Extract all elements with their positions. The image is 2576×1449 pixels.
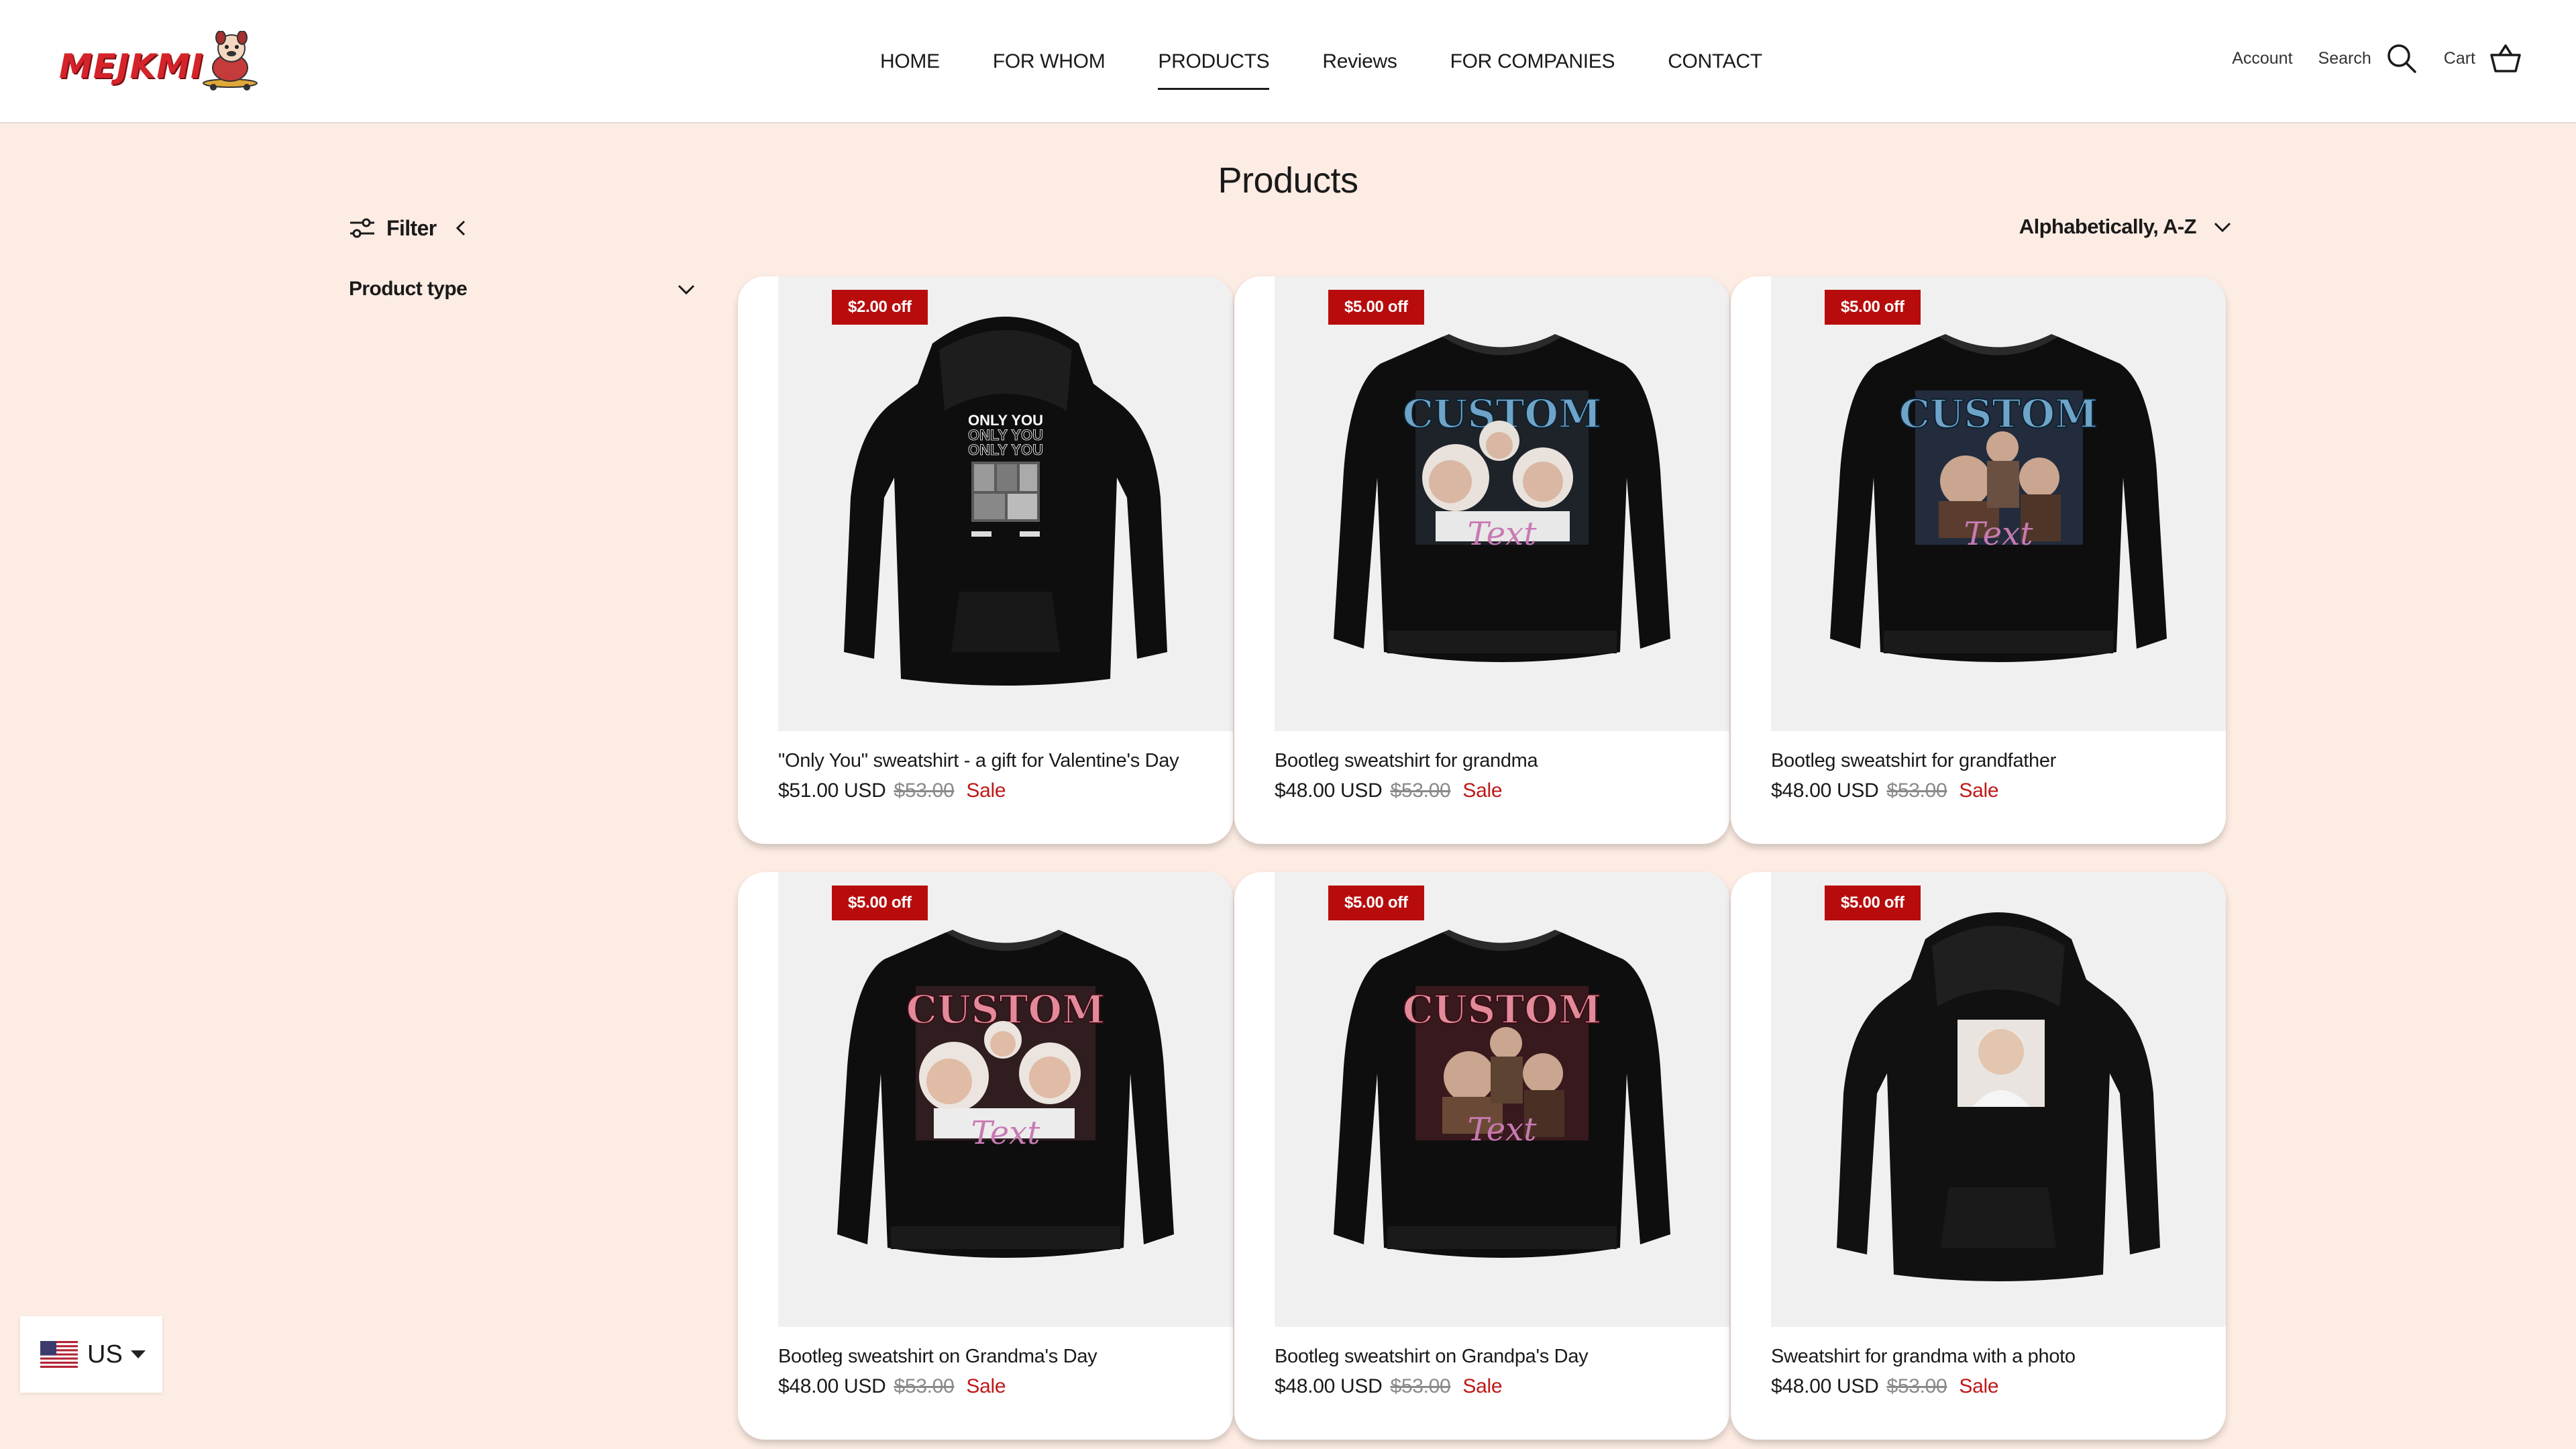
compare-price: $53.00 [894, 780, 955, 802]
chevron-down-icon [678, 284, 695, 295]
discount-badge: $5.00 off [1328, 885, 1424, 920]
sale-label: Sale [1462, 1375, 1503, 1397]
compare-price: $53.00 [1390, 1375, 1451, 1397]
discount-badge: $5.00 off [1825, 885, 1921, 920]
product-price: $51.00 USD $53.00 Sale [778, 780, 1006, 802]
filter-label: Filter [386, 215, 437, 240]
nav-reviews[interactable]: Reviews [1322, 44, 1397, 85]
account-link[interactable]: Account [2232, 49, 2292, 68]
hoodie-image: ONLY YOU ONLY YOU ONLY YOU [844, 317, 1167, 686]
filter-toggle[interactable]: Filter [349, 215, 472, 241]
product-title[interactable]: "Only You" sweatshirt - a gift for Valen… [778, 750, 1179, 772]
product-image: CUSTOM Text $5.00 off [778, 872, 1233, 1327]
current-price: $48.00 USD [1275, 780, 1383, 802]
nav-home[interactable]: HOME [880, 44, 940, 85]
page-title: Products [1218, 160, 1358, 201]
cart-label: Cart [2443, 48, 2475, 68]
print-text: ONLY YOU [968, 441, 1043, 458]
compare-price: $53.00 [1886, 1375, 1947, 1397]
nav-products[interactable]: PRODUCTS [1158, 44, 1270, 90]
search-label: Search [2318, 48, 2371, 68]
product-image: $5.00 off [1771, 872, 2226, 1327]
sale-label: Sale [1959, 1375, 1999, 1397]
product-price: $48.00 USD $53.00 Sale [778, 1375, 1006, 1398]
product-image: CUSTOM Text $5.00 off [1771, 276, 2226, 731]
crewneck-image: CUSTOM Text [1334, 334, 1670, 662]
compare-price: $53.00 [1886, 780, 1947, 802]
search-icon [2387, 44, 2416, 73]
main-nav: HOME FOR WHOM PRODUCTS Reviews FOR COMPA… [880, 44, 1815, 90]
logo-text: MEJKMI [59, 47, 204, 86]
product-card[interactable]: CUSTOM Text $5.00 off Bootleg sweatshirt… [1234, 872, 1729, 1440]
product-price: $48.00 USD $53.00 Sale [1771, 1375, 1999, 1398]
print-text: Text [971, 1114, 1040, 1152]
current-price: $48.00 USD [778, 1375, 886, 1397]
us-flag-icon [40, 1341, 78, 1368]
crewneck-image: CUSTOM Text [1334, 930, 1670, 1258]
current-price: $51.00 USD [778, 780, 886, 802]
nav-for-companies[interactable]: FOR COMPANIES [1450, 44, 1615, 85]
product-card[interactable]: ONLY YOU ONLY YOU ONLY YOU $2.00 off "On… [738, 276, 1233, 844]
crewneck-image: CUSTOM Text [837, 930, 1174, 1258]
currency-selector[interactable]: US [20, 1316, 162, 1393]
sort-selected: Alphabetically, A-Z [2019, 215, 2197, 238]
compare-price: $53.00 [1390, 780, 1451, 802]
header-actions: Account Search Cart [2232, 42, 2522, 75]
product-price: $48.00 USD $53.00 Sale [1275, 1375, 1503, 1398]
product-card[interactable]: CUSTOM Text $5.00 off Bootleg sweatshirt… [1234, 276, 1729, 844]
chevron-down-icon [2214, 222, 2231, 233]
sale-label: Sale [966, 780, 1006, 802]
compare-price: $53.00 [894, 1375, 955, 1397]
logo[interactable]: MEJKMI [59, 31, 260, 91]
site-header: MEJKMI HOME FOR WHOM PRODUCTS Reviews FO… [0, 0, 2576, 123]
chevron-left-icon [455, 220, 465, 236]
sort-select[interactable]: Alphabetically, A-Z [2019, 215, 2234, 239]
basket-icon [2490, 44, 2521, 72]
current-price: $48.00 USD [1771, 1375, 1879, 1397]
discount-badge: $5.00 off [1328, 290, 1424, 325]
product-title[interactable]: Bootleg sweatshirt for grandma [1275, 750, 1538, 772]
filter-group-label: Product type [349, 278, 468, 300]
hoodie-image [1837, 912, 2160, 1281]
cart-button[interactable]: Cart [2444, 42, 2522, 75]
discount-badge: $5.00 off [1825, 290, 1921, 325]
search-button[interactable]: Search [2318, 42, 2418, 75]
mascot-icon [203, 31, 258, 91]
nav-contact[interactable]: CONTACT [1668, 44, 1762, 85]
product-title[interactable]: Bootleg sweatshirt on Grandpa's Day [1275, 1346, 1589, 1368]
sale-label: Sale [1959, 780, 1999, 802]
product-card[interactable]: CUSTOM Text $5.00 off Bootleg sweatshirt… [738, 872, 1233, 1440]
currency-code: US [87, 1340, 123, 1368]
crewneck-image: CUSTOM Text [1830, 334, 2167, 662]
print-text: Text [1467, 1111, 1537, 1148]
sale-label: Sale [1462, 780, 1503, 802]
print-text: Text [1467, 515, 1537, 553]
product-card[interactable]: CUSTOM Text $5.00 off Bootleg sweatshirt… [1731, 276, 2226, 844]
sliders-icon [350, 218, 374, 238]
discount-badge: $5.00 off [832, 885, 928, 920]
product-image: CUSTOM Text $5.00 off [1275, 872, 1729, 1327]
sale-label: Sale [966, 1375, 1006, 1397]
product-title[interactable]: Bootleg sweatshirt on Grandma's Day [778, 1346, 1097, 1368]
product-price: $48.00 USD $53.00 Sale [1771, 780, 1999, 802]
caret-down-icon [130, 1350, 146, 1358]
discount-badge: $2.00 off [832, 290, 928, 325]
product-title[interactable]: Bootleg sweatshirt for grandfather [1771, 750, 2056, 772]
product-image: ONLY YOU ONLY YOU ONLY YOU $2.00 off [778, 276, 1233, 731]
current-price: $48.00 USD [1771, 780, 1879, 802]
print-text: Text [1964, 515, 2033, 553]
print-text: CUSTOM [1403, 987, 1602, 1032]
print-text: CUSTOM [1899, 391, 2098, 437]
product-price: $48.00 USD $53.00 Sale [1275, 780, 1503, 802]
product-title[interactable]: Sweatshirt for grandma with a photo [1771, 1346, 2076, 1368]
product-image: CUSTOM Text $5.00 off [1275, 276, 1729, 731]
filter-group-product-type[interactable]: Product type [349, 278, 698, 301]
product-card[interactable]: $5.00 off Sweatshirt for grandma with a … [1731, 872, 2226, 1440]
current-price: $48.00 USD [1275, 1375, 1383, 1397]
nav-for-whom[interactable]: FOR WHOM [993, 44, 1106, 85]
